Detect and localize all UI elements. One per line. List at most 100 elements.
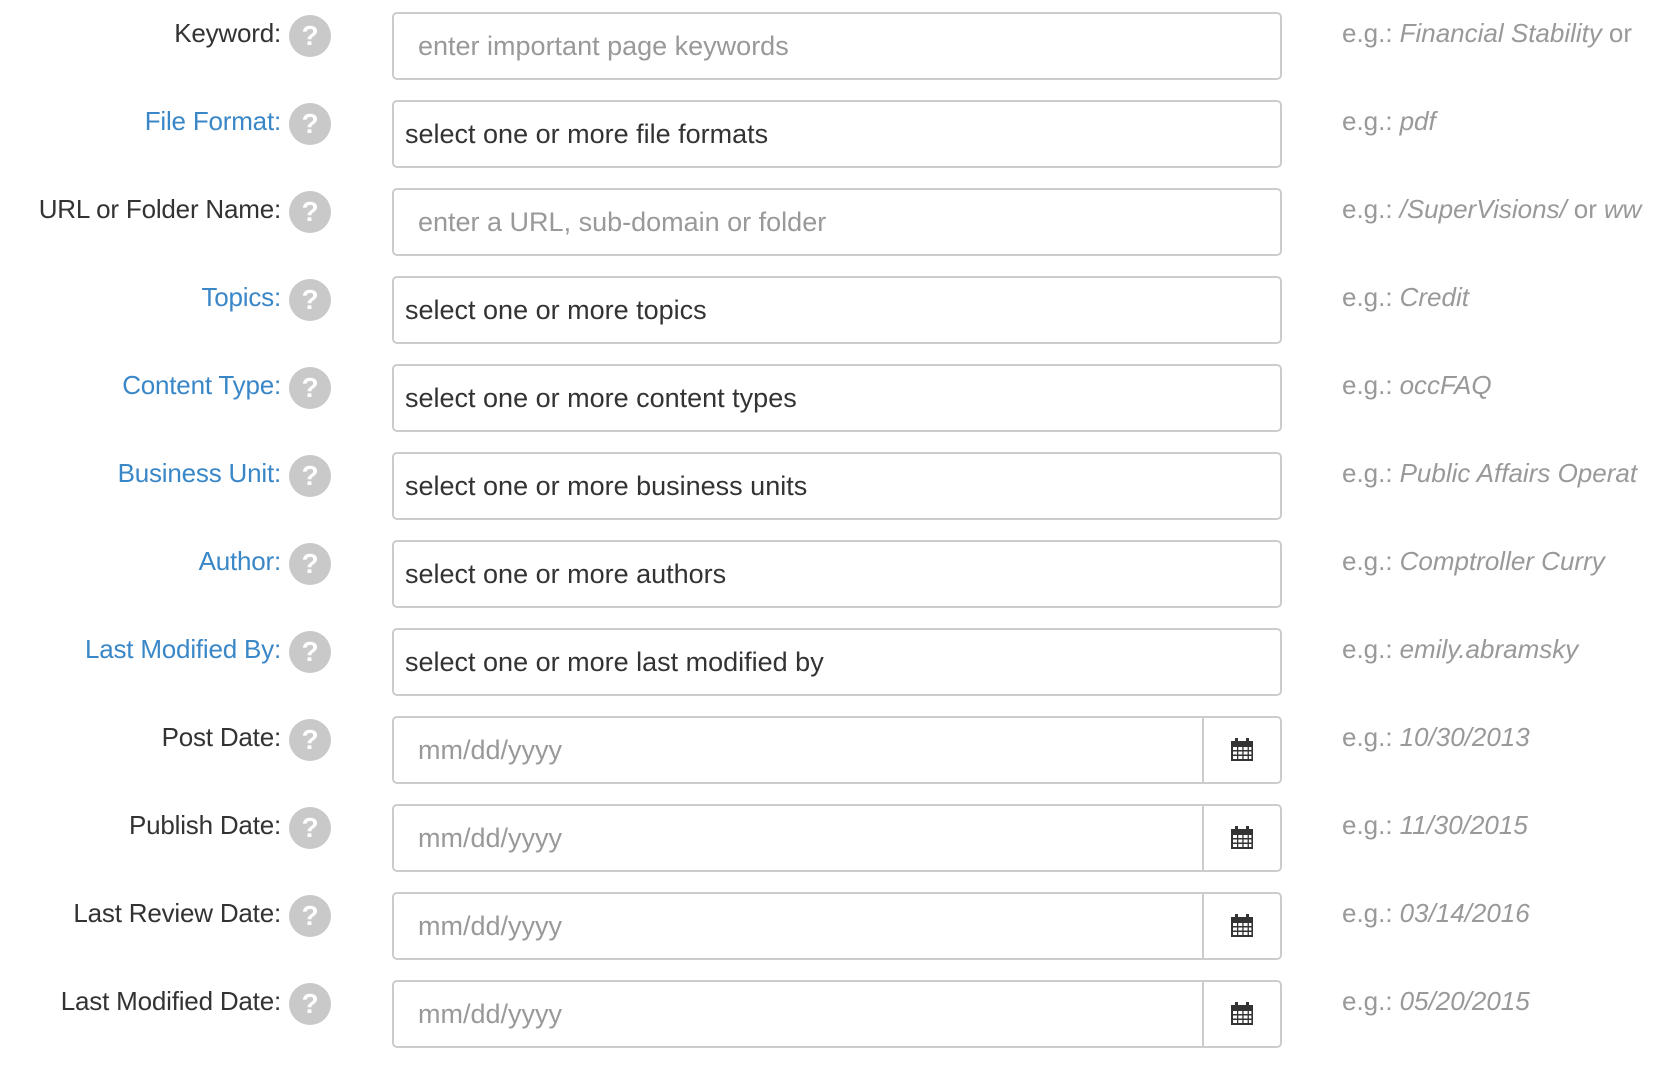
form-row: Last Modified Date: ? mm/dd/yyyy e.g.: 0… (0, 980, 1676, 1068)
multi-select-input[interactable]: select one or more business units (392, 452, 1282, 520)
question-circle-icon[interactable]: ? (289, 103, 331, 145)
example-prefix: e.g.: (1342, 193, 1393, 224)
field-label-wrap: Last Modified By: (85, 628, 281, 670)
date-input[interactable]: mm/dd/yyyy (394, 806, 1202, 870)
field-example: e.g.: /SuperVisions/ or ww (1342, 188, 1676, 230)
select-placeholder: select one or more authors (405, 558, 727, 589)
question-circle-icon[interactable]: ? (289, 455, 331, 497)
field-label[interactable]: File Format: (145, 106, 281, 137)
question-circle-icon[interactable]: ? (289, 367, 331, 409)
example-prefix: e.g.: (1342, 17, 1393, 48)
form-row: Content Type: ? select one or more conte… (0, 364, 1676, 452)
select-placeholder: select one or more business units (405, 470, 808, 501)
question-circle-icon[interactable]: ? (289, 895, 331, 937)
field-label[interactable]: Author: (199, 546, 282, 577)
question-circle-icon[interactable]: ? (289, 15, 331, 57)
calendar-icon[interactable] (1202, 894, 1280, 958)
field-example: e.g.: Comptroller Curry (1342, 540, 1676, 582)
example-value: Credit (1399, 281, 1469, 312)
select-placeholder: select one or more topics (405, 294, 707, 325)
question-circle-icon[interactable]: ? (289, 191, 331, 233)
example-value: 11/30/2015 (1399, 809, 1528, 840)
field-example: e.g.: Public Affairs Operat (1342, 452, 1676, 494)
select-placeholder: select one or more file formats (405, 118, 769, 149)
field-label-wrap: Post Date: (161, 716, 282, 758)
field-label-wrap: Content Type: (122, 364, 281, 406)
multi-select-input[interactable]: select one or more file formats (392, 100, 1282, 168)
question-circle-icon[interactable]: ? (289, 983, 331, 1025)
example-prefix: e.g.: (1342, 633, 1393, 664)
calendar-icon[interactable] (1202, 982, 1280, 1046)
calendar-icon[interactable] (1202, 718, 1280, 782)
field-label: Publish Date: (128, 809, 281, 840)
field-label-wrap: Author: (199, 540, 282, 582)
example-value: emily.abramsky (1399, 633, 1579, 664)
form-row: Topics: ? select one or more topics e.g.… (0, 276, 1676, 364)
multi-select-input[interactable]: select one or more authors (392, 540, 1282, 608)
multi-select-input[interactable]: select one or more last modified by (392, 628, 1282, 696)
field-label[interactable]: Content Type: (122, 370, 281, 401)
field-label: Post Date: (161, 721, 282, 752)
field-example: e.g.: Financial Stability or (1342, 12, 1676, 54)
question-circle-icon[interactable]: ? (289, 279, 331, 321)
example-separator: or (1573, 193, 1597, 224)
multi-select-input[interactable]: select one or more topics (392, 276, 1282, 344)
question-circle-icon[interactable]: ? (289, 543, 331, 585)
example-value: Financial Stability (1399, 17, 1602, 48)
text-input[interactable]: enter a URL, sub-domain or folder (392, 188, 1282, 256)
field-example: e.g.: emily.abramsky (1342, 628, 1676, 670)
form-row: Post Date: ? mm/dd/yyyy e.g.: 10/30/2013 (0, 716, 1676, 804)
form-row: Business Unit: ? select one or more busi… (0, 452, 1676, 540)
date-input[interactable]: mm/dd/yyyy (394, 718, 1202, 782)
example-prefix: e.g.: (1342, 105, 1393, 136)
example-prefix: e.g.: (1342, 457, 1393, 488)
field-example: e.g.: 10/30/2013 (1342, 716, 1676, 758)
calendar-icon[interactable] (1202, 806, 1280, 870)
form-row: File Format: ? select one or more file f… (0, 100, 1676, 188)
text-input[interactable]: enter important page keywords (392, 12, 1282, 80)
example-value: Comptroller Curry (1399, 545, 1605, 576)
field-label[interactable]: Last Modified By: (85, 634, 281, 665)
example-value: 05/20/2015 (1399, 985, 1530, 1016)
multi-select-input[interactable]: select one or more content types (392, 364, 1282, 432)
form-row: Publish Date: ? mm/dd/yyyy e.g.: 11/30/2… (0, 804, 1676, 892)
field-label: Keyword: (174, 17, 281, 48)
calendar-icon-svg (1231, 826, 1253, 849)
field-example: e.g.: occFAQ (1342, 364, 1676, 406)
field-label: URL or Folder Name: (38, 193, 282, 224)
example-separator: or (1608, 17, 1633, 48)
date-input[interactable]: mm/dd/yyyy (394, 894, 1202, 958)
date-input[interactable]: mm/dd/yyyy (394, 982, 1202, 1046)
advanced-search-form: Keyword: ? enter important page keywords… (0, 12, 1676, 1068)
example-prefix: e.g.: (1342, 721, 1393, 752)
select-placeholder: select one or more last modified by (405, 646, 824, 677)
field-label[interactable]: Topics: (201, 282, 281, 313)
question-circle-icon[interactable]: ? (289, 719, 331, 761)
example-value: Public Affairs Operat (1399, 457, 1638, 488)
form-row: Keyword: ? enter important page keywords… (0, 12, 1676, 100)
field-example: e.g.: 11/30/2015 (1342, 804, 1676, 846)
form-row: Last Modified By: ? select one or more l… (0, 628, 1676, 716)
example-prefix: e.g.: (1342, 369, 1393, 400)
field-label-wrap: Keyword: (174, 12, 281, 54)
calendar-icon-svg (1231, 1002, 1253, 1025)
field-label-wrap: Last Modified Date: (61, 980, 281, 1022)
field-label-wrap: Publish Date: (129, 804, 281, 846)
question-circle-icon[interactable]: ? (289, 631, 331, 673)
field-label: Last Review Date: (73, 897, 281, 928)
field-example: e.g.: 05/20/2015 (1342, 980, 1676, 1022)
date-field: mm/dd/yyyy (392, 804, 1282, 872)
field-label[interactable]: Business Unit: (118, 458, 282, 489)
field-label-wrap: Last Review Date: (73, 892, 281, 934)
calendar-icon-svg (1231, 738, 1253, 761)
field-example: e.g.: Credit (1342, 276, 1676, 318)
example-prefix: e.g.: (1342, 985, 1393, 1016)
form-row: Last Review Date: ? mm/dd/yyyy e.g.: 03/… (0, 892, 1676, 980)
question-circle-icon[interactable]: ? (289, 807, 331, 849)
calendar-icon-svg (1231, 914, 1253, 937)
example-value: /SuperVisions/ (1399, 193, 1567, 224)
example-value: occFAQ (1399, 369, 1492, 400)
example-prefix: e.g.: (1342, 897, 1393, 928)
form-row: Author: ? select one or more authors e.g… (0, 540, 1676, 628)
example-value: 03/14/2016 (1399, 897, 1530, 928)
